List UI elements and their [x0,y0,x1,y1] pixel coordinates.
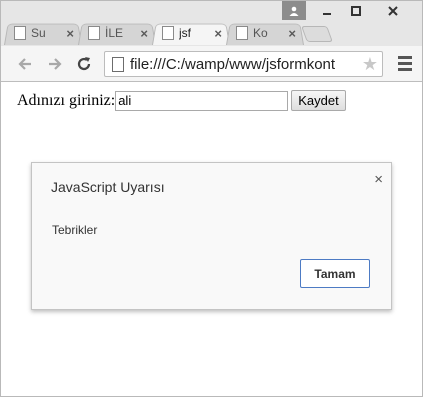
page-icon [14,26,26,40]
profile-button[interactable] [282,1,306,20]
tab-2[interactable]: İLE × [78,21,156,45]
javascript-alert-dialog: JavaScript Uyarısı × Tebrikler Tamam [31,162,392,310]
dialog-message: Tebrikler [52,223,98,237]
maximize-button[interactable] [341,1,370,21]
page-icon [162,26,174,40]
address-bar[interactable]: file:///C:/wamp/www/jsformkont ★ [104,51,383,77]
menu-button[interactable] [398,56,412,71]
tab-4[interactable]: Ko × [226,21,304,45]
tab-close-icon[interactable]: × [66,26,74,41]
tab-close-icon[interactable]: × [288,26,296,41]
tab-3-active[interactable]: jsf × [152,21,230,45]
page-icon [236,26,248,40]
reload-button[interactable] [74,54,94,74]
form-label: Adınızı giriniz: [17,91,116,109]
back-arrow-icon [18,58,31,70]
close-icon [388,6,398,16]
back-button[interactable] [15,54,35,74]
tab-label: Su [31,26,46,40]
maximize-icon [350,6,361,16]
bookmark-star-icon[interactable]: ★ [357,53,382,75]
tab-close-icon[interactable]: × [214,26,222,41]
tab-1[interactable]: Su × [4,21,82,45]
dialog-title: JavaScript Uyarısı [51,179,165,195]
page-icon [88,26,100,40]
forward-button[interactable] [45,54,65,74]
tab-label: jsf [179,26,191,40]
window-controls [282,1,416,21]
tab-close-icon[interactable]: × [140,26,148,41]
dialog-close-icon[interactable]: × [374,171,383,188]
minimize-button[interactable] [312,1,341,21]
person-icon [289,6,299,16]
browser-window: Su × İLE × jsf × Ko × file:///C:/wamp/ww… [0,0,423,397]
page-content: Adınızı giriniz: Kaydet JavaScript Uyarı… [2,83,421,396]
reload-icon [77,57,91,71]
forward-arrow-icon [49,58,62,70]
submit-button[interactable]: Kaydet [291,90,346,111]
tab-label: İLE [105,26,124,40]
name-form: Adınızı giriniz: Kaydet [17,90,346,111]
name-input[interactable] [115,90,289,111]
new-tab-button[interactable] [301,26,333,42]
tabs: Su × İLE × jsf × Ko × [4,21,333,46]
toolbar: file:///C:/wamp/www/jsformkont ★ [1,46,422,82]
window-close-button[interactable] [370,1,416,21]
url-text[interactable]: file:///C:/wamp/www/jsformkont [130,56,358,73]
minimize-icon [322,13,331,15]
tab-label: Ko [253,26,268,40]
ok-button[interactable]: Tamam [300,259,370,288]
tab-strip: Su × İLE × jsf × Ko × [1,1,422,47]
page-icon [112,56,124,72]
